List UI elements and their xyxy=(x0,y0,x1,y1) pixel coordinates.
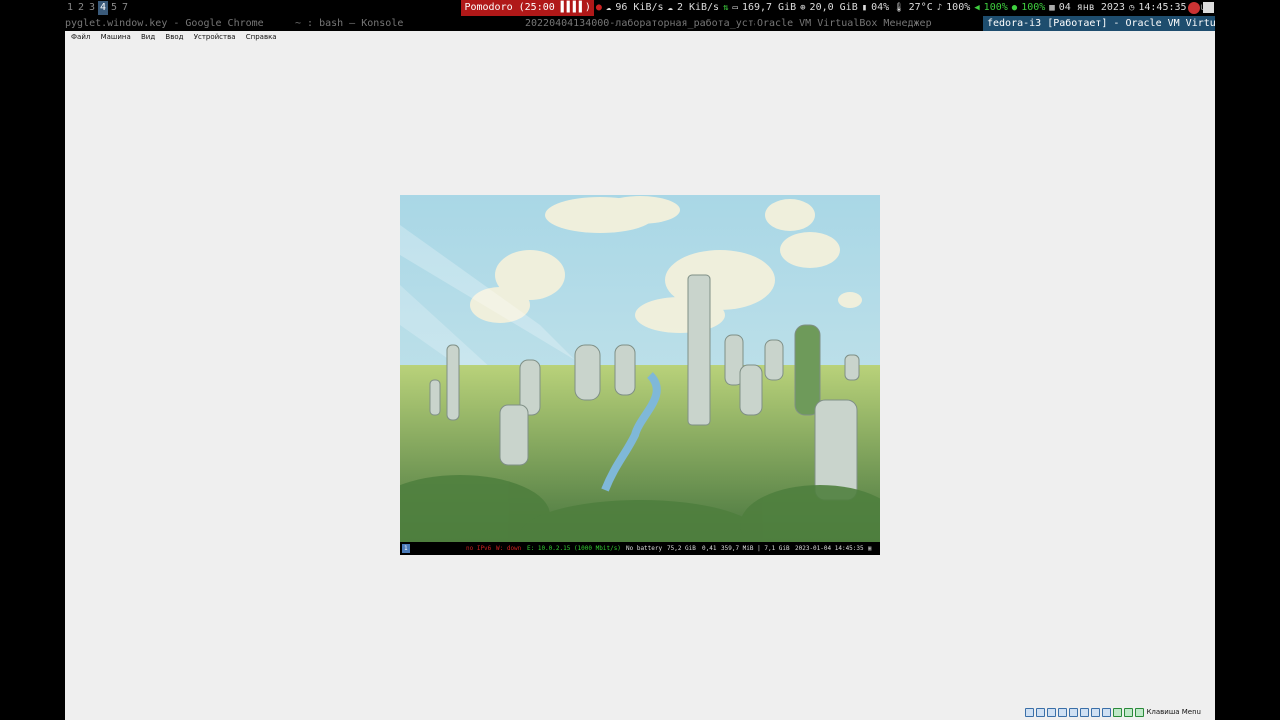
guest-clock: 2023-01-04 14:45:35 xyxy=(795,545,864,552)
tab-chrome[interactable]: pyglet.window.key - Google Chrome xyxy=(65,16,285,31)
menu-file[interactable]: Файл xyxy=(65,31,94,44)
net-up: 2 KiB/s xyxy=(676,2,720,13)
record-icon: ● xyxy=(595,2,602,13)
network-icon: ⇅ xyxy=(723,3,729,13)
pomodoro-timer[interactable]: Pomodoro (25:00 ▌▌▌▌) xyxy=(461,0,594,16)
guest-memory: 359,7 MiB | 7,1 GiB xyxy=(721,545,790,552)
menu-machine[interactable]: Машина xyxy=(97,31,135,44)
workspace-5[interactable]: 5 xyxy=(109,1,119,15)
guest-ws-label: 1 xyxy=(404,545,408,552)
volume: 100% xyxy=(983,2,1008,13)
hdd-icon: ▭ xyxy=(732,3,738,13)
guest-tray-icon[interactable]: ▣ xyxy=(868,542,872,555)
host-key-label: Клавиша Menu xyxy=(1146,708,1201,716)
menu-help[interactable]: Справка xyxy=(242,31,281,44)
optical-drive-icon[interactable] xyxy=(1036,707,1046,717)
guest-i3bar: 1 no IPv6 W: down E: 10.0.2.15 (1000 Mbi… xyxy=(400,542,880,555)
menubar: Файл Машина Вид Ввод Устройства Справка xyxy=(65,31,1215,44)
calendar-icon: ▦ xyxy=(1049,3,1055,13)
guest-load: 0,41 xyxy=(702,545,717,552)
guest-disk: 75,2 GiB xyxy=(667,545,696,552)
workspace-2[interactable]: 2 xyxy=(76,1,86,15)
virtualbox-window: Файл Машина Вид Ввод Устройства Справка xyxy=(65,31,1215,720)
usb-icon[interactable] xyxy=(1069,707,1079,717)
disk-home: 20,0 GiB xyxy=(809,2,858,13)
guest-wifi: W: down xyxy=(496,545,522,552)
tray-window-icon[interactable] xyxy=(1203,2,1214,13)
temperature: 27°C xyxy=(908,2,933,13)
workspace-4[interactable]: 4 xyxy=(98,1,108,15)
network-adapter-icon[interactable] xyxy=(1058,707,1068,717)
menu-input[interactable]: Ввод xyxy=(161,31,187,44)
tray-icon[interactable] xyxy=(1188,2,1200,14)
tab-vbox-fedora[interactable]: fedora-i3 [Работает] - Oracle VM Virtual… xyxy=(983,16,1215,31)
volume-icon: ◀ xyxy=(974,3,980,13)
tab-document[interactable]: 20220404134000-лабораторная_работа_устан… xyxy=(525,16,755,31)
workspace-7[interactable]: 7 xyxy=(120,1,130,15)
tab-konsole[interactable]: ~ : bash — Konsole xyxy=(295,16,495,31)
recording-icon[interactable] xyxy=(1102,707,1112,717)
brightness: 100% xyxy=(946,2,971,13)
upload-cloud-icon: ☁ xyxy=(667,3,673,13)
cpu-icon: ▮ xyxy=(861,3,868,13)
tab-vbox-manager[interactable]: Oracle VM VirtualBox Менеджер xyxy=(757,16,957,31)
mouse-integration-icon[interactable] xyxy=(1124,707,1134,717)
brightness-icon: ♪ xyxy=(936,3,943,13)
shared-folders-icon[interactable] xyxy=(1080,707,1090,717)
cpu-activity-icon[interactable] xyxy=(1113,707,1123,717)
date: 04 янв 2023 xyxy=(1058,2,1125,13)
menu-devices[interactable]: Устройства xyxy=(190,31,240,44)
mic-level: 100% xyxy=(1021,2,1046,13)
display-icon[interactable] xyxy=(1091,707,1101,717)
net-down: 96 KiB/s xyxy=(615,2,664,13)
vm-status-bar: Клавиша Menu xyxy=(1025,706,1201,718)
workspace-3[interactable]: 3 xyxy=(87,1,97,15)
guest-ipv6: no IPv6 xyxy=(466,545,492,552)
cpu-usage: 04% xyxy=(871,2,890,13)
clock-icon: ◷ xyxy=(1128,3,1135,13)
guest-eth: E: 10.0.2.15 (1000 Mbit/s) xyxy=(527,545,621,552)
disk-icon: ⊕ xyxy=(800,3,806,13)
download-cloud-icon: ☁ xyxy=(605,3,612,13)
thermometer-icon: 🌡 xyxy=(893,3,905,13)
workspace-1[interactable]: 1 xyxy=(65,1,75,15)
window-title-row: pyglet.window.key - Google Chrome ~ : ba… xyxy=(0,16,1280,31)
menu-view[interactable]: Вид xyxy=(137,31,159,44)
status-blocks: Pomodoro (25:00 ▌▌▌▌) ● ☁ 96 KiB/s ☁ 2 K… xyxy=(461,0,1214,16)
audio-icon[interactable] xyxy=(1047,707,1057,717)
i3-status-bar: 1 2 3 4 5 7 Pomodoro (25:00 ▌▌▌▌) ● ☁ 96… xyxy=(0,0,1280,16)
guest-wallpaper[interactable] xyxy=(400,195,880,555)
mic-icon: ● xyxy=(1011,3,1018,13)
time: 14:45:35 xyxy=(1138,2,1187,13)
disk-root: 169,7 GiB xyxy=(741,2,797,13)
guest-battery: No battery xyxy=(626,545,663,552)
host-key-icon xyxy=(1135,707,1145,717)
hard-disk-icon[interactable] xyxy=(1025,707,1035,717)
